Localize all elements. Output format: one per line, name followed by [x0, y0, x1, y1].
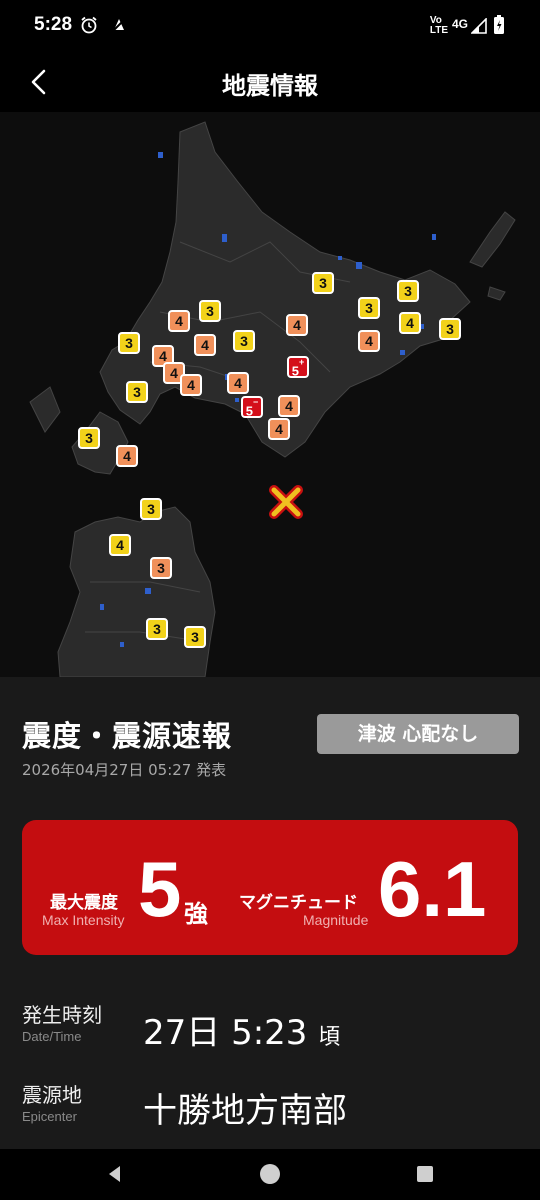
intensity-marker[interactable]: 4	[194, 334, 216, 356]
max-intensity-value: 5	[138, 845, 182, 933]
issued-timestamp: 2026年04月27日 05:27 発表	[22, 761, 227, 779]
intensity-marker-5minus[interactable]: 5−	[241, 396, 263, 418]
max-intensity-suffix: 強	[184, 900, 208, 928]
datetime-label: 発生時刻	[22, 1003, 102, 1027]
battery-icon	[494, 15, 504, 34]
intensity-marker[interactable]: 3	[140, 498, 162, 520]
status-time: 5:28	[34, 14, 73, 35]
epicenter-label: 震源地	[22, 1083, 82, 1107]
back-triangle-icon[interactable]	[100, 1159, 130, 1189]
datetime-label-en: Date/Time	[22, 1029, 82, 1044]
intensity-marker[interactable]: 4	[227, 372, 249, 394]
magnitude-label: マグニチュード	[239, 893, 358, 913]
intensity-marker[interactable]: 4	[109, 534, 131, 556]
network-volte: Vo LTE	[429, 15, 448, 36]
page-title: 地震情報	[222, 72, 318, 100]
intensity-marker-5plus[interactable]: 5+	[287, 356, 309, 378]
intensity-marker[interactable]: 3	[126, 381, 148, 403]
intensity-marker[interactable]: 4	[116, 445, 138, 467]
status-bar: 5:28 Vo LTE 4G	[0, 0, 540, 54]
tsunami-status-badge: 津波 心配なし	[317, 714, 519, 754]
intensity-marker[interactable]: 4	[286, 314, 308, 336]
epicenter-value: 十勝地方南部	[143, 1091, 347, 1131]
magnitude-value: 6.1	[378, 845, 487, 933]
intensity-marker[interactable]: 3	[146, 618, 168, 640]
intensity-marker[interactable]: 4	[268, 418, 290, 440]
intensity-marker[interactable]: 3	[439, 318, 461, 340]
report-panel: 震度・震源速報 津波 心配なし 2026年04月27日 05:27 発表 最大震…	[0, 677, 540, 1149]
intensity-marker[interactable]: 3	[199, 300, 221, 322]
system-nav-bar	[0, 1149, 540, 1200]
intensity-marker[interactable]: 4	[358, 330, 380, 352]
intensity-marker[interactable]: 4	[168, 310, 190, 332]
intensity-marker[interactable]: 3	[233, 330, 255, 352]
intensity-marker[interactable]: 4	[180, 374, 202, 396]
alarm-icon	[81, 16, 97, 34]
magnitude-label-en: Magnitude	[303, 912, 369, 928]
intensity-marker[interactable]: 3	[150, 557, 172, 579]
intensity-marker[interactable]: 3	[118, 332, 140, 354]
epicenter-label-en: Epicenter	[22, 1109, 77, 1124]
intensity-marker[interactable]: 3	[358, 297, 380, 319]
epicenter-x-mark-icon	[269, 485, 303, 519]
notification-icon	[111, 17, 127, 33]
home-circle-icon[interactable]	[255, 1159, 285, 1189]
intensity-marker[interactable]: 3	[397, 280, 419, 302]
report-title: 震度・震源速報	[22, 719, 233, 753]
intensity-marker[interactable]: 3	[312, 272, 334, 294]
max-intensity-label: 最大震度	[50, 893, 118, 913]
max-intensity-label-en: Max Intensity	[42, 912, 125, 928]
intensity-marker[interactable]: 4	[278, 395, 300, 417]
map-landmass	[29, 121, 516, 677]
intensity-map[interactable]: 3 4 3 3 4 4 3 4 4 3 3 4 3 4 4 3 4 5+ 5− …	[0, 112, 540, 677]
signal-icon	[471, 18, 487, 34]
intensity-marker[interactable]: 4	[399, 312, 421, 334]
recents-square-icon[interactable]	[410, 1159, 440, 1189]
intensity-marker[interactable]: 3	[184, 626, 206, 648]
datetime-value: 27日 5:23 頃	[143, 1013, 341, 1053]
intensity-marker[interactable]: 3	[78, 427, 100, 449]
intensity-magnitude-card: 最大震度 Max Intensity 5 強 マグニチュード Magnitude…	[22, 820, 518, 955]
network-type: 4G	[451, 17, 468, 31]
app-header: 地震情報	[0, 54, 540, 112]
